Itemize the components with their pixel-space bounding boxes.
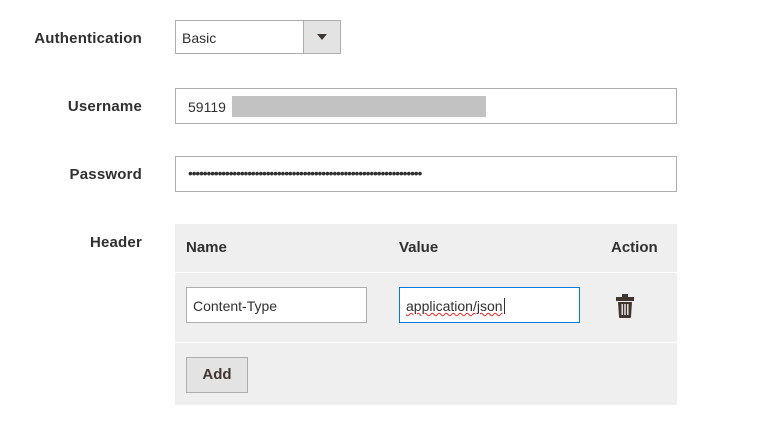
- username-label: Username: [67, 98, 142, 115]
- redacted-region: [232, 96, 486, 117]
- add-header-button[interactable]: Add: [186, 357, 248, 393]
- trash-icon[interactable]: [615, 293, 635, 319]
- authentication-selected-value: Basic: [182, 30, 217, 46]
- header-value-text: application/json: [406, 298, 505, 314]
- password-label: Password: [69, 166, 142, 183]
- divider: [175, 342, 677, 343]
- column-header-value: Value: [399, 239, 439, 256]
- username-field[interactable]: 59119: [175, 88, 677, 124]
- username-value: 59119: [188, 99, 226, 115]
- divider: [175, 272, 677, 273]
- password-field[interactable]: ••••••••••••••••••••••••••••••••••••••••…: [175, 156, 677, 192]
- text-caret: [503, 298, 505, 314]
- header-value-input[interactable]: application/json: [399, 287, 580, 323]
- header-table: Name Value Action Content-Type applicati…: [175, 224, 677, 405]
- chevron-down-icon: [317, 34, 327, 40]
- header-name-value: Content-Type: [193, 298, 278, 314]
- authentication-label: Authentication: [34, 30, 142, 47]
- authentication-select[interactable]: Basic: [175, 20, 341, 54]
- column-header-name: Name: [186, 239, 227, 256]
- dropdown-toggle[interactable]: [303, 21, 340, 53]
- header-name-input[interactable]: Content-Type: [186, 287, 367, 323]
- column-header-action: Action: [611, 239, 658, 256]
- password-value: ••••••••••••••••••••••••••••••••••••••••…: [188, 165, 422, 181]
- header-label: Header: [89, 234, 142, 251]
